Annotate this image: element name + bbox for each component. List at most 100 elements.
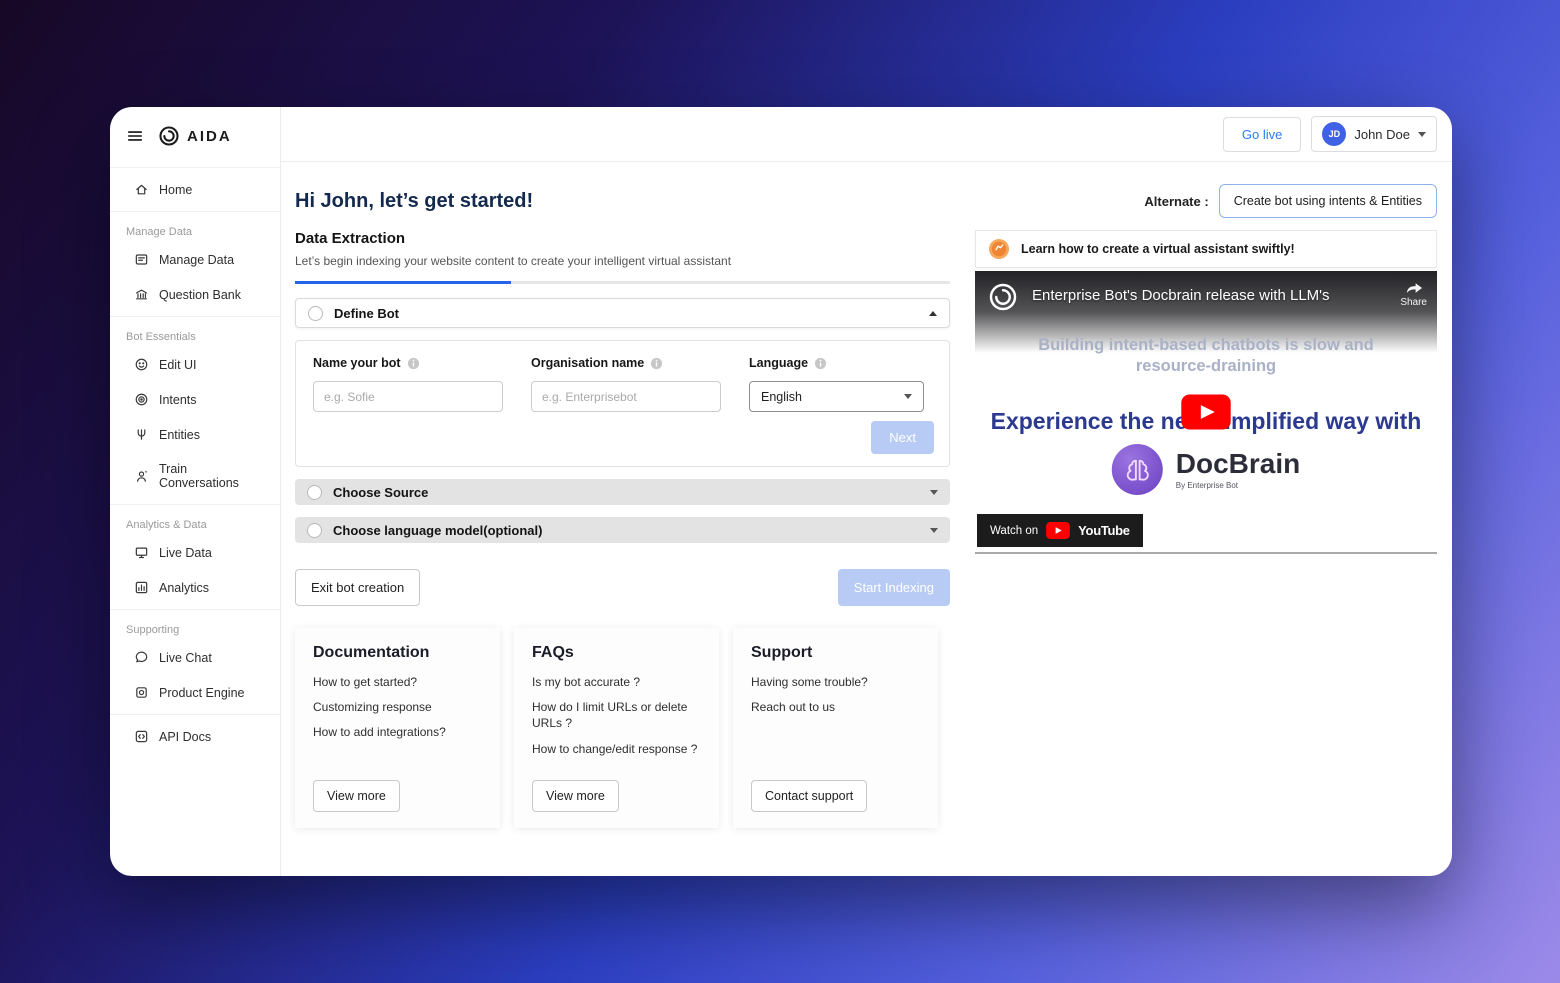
- share-icon: [1404, 280, 1424, 296]
- sidebar-section-analytics: Analytics & Data: [126, 519, 207, 531]
- card-link[interactable]: How to get started?: [313, 674, 482, 690]
- divider: [110, 167, 280, 168]
- accordion-choose-model[interactable]: Choose language model(optional): [295, 517, 950, 543]
- page-title: Hi John, let’s get started!: [295, 189, 534, 212]
- video-title: Enterprise Bot's Docbrain release with L…: [1032, 287, 1330, 304]
- card-link[interactable]: Customizing response: [313, 699, 482, 715]
- info-icon[interactable]: [407, 357, 420, 370]
- divider: [110, 211, 280, 212]
- exit-bot-creation-button[interactable]: Exit bot creation: [295, 569, 421, 606]
- share-label: Share: [1400, 297, 1427, 308]
- sidebar-item-home[interactable]: Home: [110, 172, 280, 207]
- youtube-video-embed[interactable]: Enterprise Bot's Docbrain release with L…: [975, 271, 1437, 554]
- create-bot-intents-button[interactable]: Create bot using intents & Entities: [1218, 184, 1437, 218]
- chat-bubble-icon: [134, 650, 149, 665]
- language-select[interactable]: English: [749, 381, 924, 412]
- promo-text: Learn how to create a virtual assistant …: [1021, 242, 1295, 256]
- share-control[interactable]: Share: [1400, 280, 1427, 308]
- bot-name-field-group: Name your bot: [313, 356, 503, 412]
- main-area: Go live JD John Doe Hi John, let’s get s…: [281, 107, 1452, 876]
- megaphone-icon: [988, 238, 1010, 260]
- next-button[interactable]: Next: [871, 421, 934, 454]
- chevron-down-icon: [930, 489, 938, 495]
- sidebar-item-label: Live Data: [159, 545, 212, 560]
- sidebar-item-label: Intents: [159, 392, 197, 407]
- youtube-play-icon: [1046, 522, 1071, 539]
- sidebar-item-analytics[interactable]: Analytics: [110, 570, 280, 605]
- divider: [110, 504, 280, 505]
- app-logo: AIDA: [158, 125, 232, 147]
- go-live-button[interactable]: Go live: [1222, 116, 1302, 152]
- language-value: English: [761, 389, 802, 404]
- youtube-wordmark: YouTube: [1078, 523, 1130, 538]
- docbrain-brand: DocBrain By Enterprise Bot: [1111, 444, 1300, 495]
- content: Hi John, let’s get started! Alternate : …: [281, 162, 1452, 876]
- step-radio: [307, 484, 322, 500]
- info-icon[interactable]: [650, 357, 663, 370]
- org-name-input[interactable]: [531, 381, 721, 412]
- home-icon: [134, 182, 149, 197]
- chevron-down-icon: [904, 394, 912, 399]
- card-link[interactable]: How do I limit URLs or delete URLs ?: [532, 699, 701, 731]
- sidebar-item-entities[interactable]: Entities: [110, 417, 280, 452]
- target-icon: [134, 392, 149, 407]
- sidebar-item-label: Product Engine: [159, 685, 245, 700]
- sidebar-item-label: Live Chat: [159, 650, 212, 665]
- watch-on-youtube-button[interactable]: Watch on YouTube: [977, 514, 1143, 547]
- support-card: Support Having some trouble? Reach out t…: [733, 628, 938, 828]
- sidebar-item-api-docs[interactable]: API Docs: [110, 719, 280, 754]
- sidebar-item-label: Question Bank: [159, 287, 241, 302]
- sidebar-item-live-chat[interactable]: Live Chat: [110, 640, 280, 675]
- monitor-icon: [134, 545, 149, 560]
- language-label: Language: [749, 356, 809, 370]
- contact-support-button[interactable]: Contact support: [751, 780, 868, 812]
- user-menu[interactable]: JD John Doe: [1311, 116, 1437, 152]
- card-link[interactable]: How to add integrations?: [313, 724, 482, 740]
- card-text: Having some trouble?: [751, 675, 868, 689]
- card-link[interactable]: How to change/edit response ?: [532, 741, 701, 757]
- accordion-define-bot[interactable]: Define Bot: [295, 298, 950, 328]
- divider: [110, 609, 280, 610]
- sidebar-item-live-data[interactable]: Live Data: [110, 535, 280, 570]
- play-button-icon[interactable]: [1181, 394, 1231, 430]
- section-title: Data Extraction: [295, 230, 406, 247]
- bot-name-input[interactable]: [313, 381, 503, 412]
- accordion-label: Define Bot: [334, 305, 399, 321]
- user-name: John Doe: [1354, 126, 1410, 142]
- aida-logo-icon: [158, 125, 180, 147]
- bank-icon: [134, 287, 149, 302]
- card-text: Reach out to us: [751, 700, 836, 715]
- bot-name-label: Name your bot: [313, 356, 401, 370]
- sidebar-item-question-bank[interactable]: Question Bank: [110, 277, 280, 312]
- view-more-button[interactable]: View more: [313, 780, 400, 812]
- docbrain-byline: By Enterprise Bot: [1175, 480, 1239, 490]
- sidebar-item-manage-data[interactable]: Manage Data: [110, 242, 280, 277]
- documentation-card: Documentation How to get started? Custom…: [295, 628, 500, 828]
- video-tagline: Building intent-based chatbots is slow a…: [1038, 336, 1374, 375]
- accordion-choose-source[interactable]: Choose Source: [295, 479, 950, 505]
- sidebar-section-supporting: Supporting: [126, 624, 180, 636]
- sidebar-item-edit-ui[interactable]: Edit UI: [110, 347, 280, 382]
- hamburger-menu-icon[interactable]: [126, 127, 144, 145]
- chevron-down-icon: [1418, 131, 1426, 137]
- topbar: Go live JD John Doe: [281, 107, 1452, 162]
- alternate-label: Alternate :: [1144, 193, 1209, 209]
- card-title: FAQs: [532, 644, 574, 661]
- watch-on-label: Watch on: [990, 524, 1039, 537]
- view-more-button[interactable]: View more: [532, 780, 619, 812]
- sidebar-item-label: Entities: [159, 427, 200, 442]
- card-link[interactable]: Is my bot accurate ?: [532, 674, 701, 690]
- define-bot-form: Name your bot Organisation name: [295, 340, 950, 467]
- app-window: AIDA Home Manage Data Manage Data Questi…: [110, 107, 1452, 876]
- sidebar-item-intents[interactable]: Intents: [110, 382, 280, 417]
- entities-branch-icon: [134, 427, 149, 442]
- sidebar-item-train-conversations[interactable]: Train Conversations: [110, 452, 280, 500]
- chart-icon: [134, 580, 149, 595]
- sidebar-section-manage-data: Manage Data: [126, 226, 193, 238]
- info-icon[interactable]: [814, 357, 827, 370]
- enterprise-bot-logo-icon: [988, 282, 1018, 312]
- edit-ui-icon: [134, 357, 149, 372]
- sidebar-item-label: API Docs: [159, 729, 212, 744]
- start-indexing-button[interactable]: Start Indexing: [837, 569, 950, 606]
- sidebar-item-product-engine[interactable]: Product Engine: [110, 675, 280, 710]
